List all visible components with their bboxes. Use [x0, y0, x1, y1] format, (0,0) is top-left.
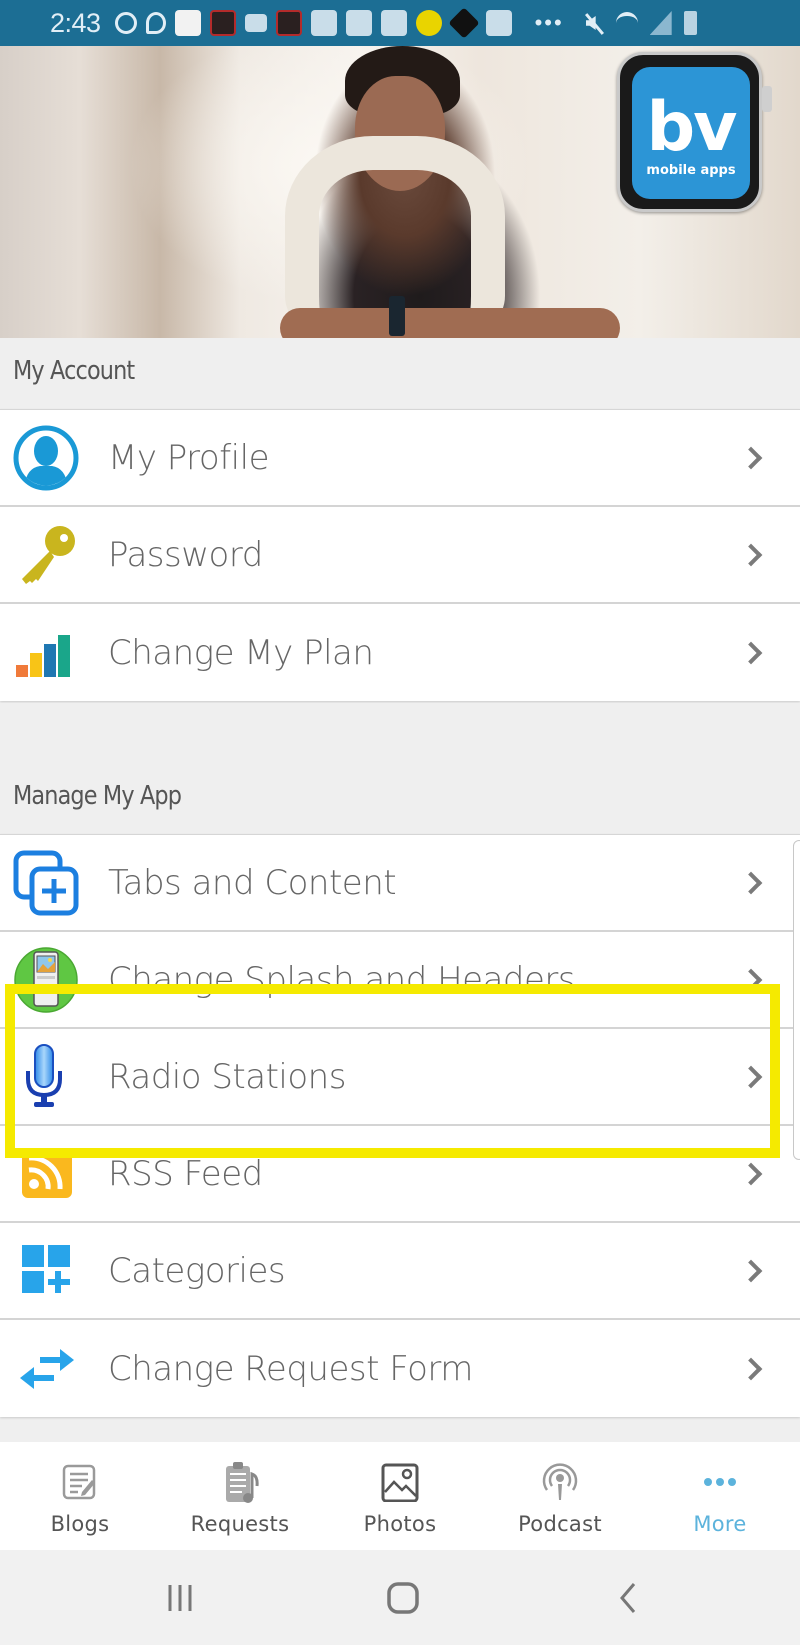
my-account-list: My Profile Password Change My Plan: [0, 409, 800, 701]
app-icon: [275, 10, 302, 36]
bottom-tab-bar: Blogs Requests Photos Podcast More: [0, 1442, 800, 1550]
rss-icon: [12, 1140, 80, 1208]
row-label: Password: [108, 534, 263, 575]
section-header-manage-my-app: Manage My App: [0, 703, 800, 835]
list-item-my-profile[interactable]: My Profile: [0, 410, 800, 507]
app-icon: [345, 10, 372, 36]
mute-icon: [584, 12, 604, 34]
status-time: 2:43: [50, 7, 101, 38]
wifi-icon: [615, 12, 638, 34]
app-icon: [209, 10, 236, 36]
photo-icon: [380, 1462, 420, 1502]
list-item-radio-stations[interactable]: Radio Stations: [0, 1029, 800, 1126]
diamond-app-icon: [447, 7, 480, 39]
bar-chart-icon: [12, 619, 80, 687]
list-item-tabs-and-content[interactable]: Tabs and Content: [0, 835, 800, 932]
row-label: Categories: [108, 1250, 286, 1291]
chevron-right-icon: [739, 968, 763, 991]
chevron-right-icon: [739, 1357, 763, 1380]
overflow-notifications-icon: •••: [534, 10, 564, 35]
chevron-right-icon: [739, 543, 763, 566]
status-bar: 2:43 •••: [0, 0, 800, 46]
battery-icon: [683, 11, 697, 35]
tab-label: More: [693, 1512, 747, 1536]
chevron-right-icon: [739, 1065, 763, 1088]
chevron-right-icon: [739, 1259, 763, 1282]
splash-image-icon: [12, 946, 80, 1014]
row-label: Tabs and Content: [108, 862, 397, 903]
list-item-rss-feed[interactable]: RSS Feed: [0, 1126, 800, 1223]
logo-tagline: mobile apps: [646, 162, 736, 178]
cross-badge-icon: [415, 10, 442, 36]
chevron-right-icon: [739, 641, 763, 664]
add-tabs-icon: [12, 849, 80, 917]
back-icon[interactable]: [568, 1550, 688, 1645]
categories-add-icon: [12, 1237, 80, 1305]
section-header-my-account: My Account: [0, 338, 800, 410]
row-label: Change My Plan: [108, 632, 374, 673]
tab-label: Blogs: [50, 1512, 110, 1536]
profile-icon: [12, 424, 80, 492]
signal-icon: [649, 11, 672, 35]
circle-icon: [114, 12, 137, 34]
trophy-icon: [310, 10, 337, 36]
row-label: Change Splash and Headers: [108, 959, 576, 1000]
tab-photos[interactable]: Photos: [320, 1442, 480, 1550]
row-label: My Profile: [108, 437, 269, 478]
section-title: My Account: [13, 356, 135, 386]
list-item-change-request-form[interactable]: Change Request Form: [0, 1320, 800, 1417]
teams-icon: [244, 14, 267, 32]
app-icon: [174, 10, 201, 36]
header-banner: bv mobile apps: [0, 46, 800, 338]
logo-letters: bv: [646, 87, 737, 167]
trophy-icon: [380, 10, 407, 36]
row-label: Radio Stations: [108, 1056, 346, 1097]
more-dots-icon: [700, 1462, 740, 1502]
blog-icon: [60, 1462, 100, 1502]
list-item-categories[interactable]: Categories: [0, 1223, 800, 1320]
swap-arrows-icon: [12, 1335, 80, 1403]
tab-label: Photos: [363, 1512, 437, 1536]
microphone-icon: [12, 1043, 80, 1111]
tab-label: Podcast: [518, 1512, 602, 1536]
screen: 2:43 ••• bv mobile apps My Account My Pr…: [0, 0, 800, 1645]
app-icon: [485, 10, 512, 36]
tab-blogs[interactable]: Blogs: [0, 1442, 160, 1550]
android-navigation-bar: [0, 1550, 800, 1645]
recents-icon[interactable]: [120, 1550, 240, 1645]
tab-label: Requests: [190, 1512, 290, 1536]
tab-requests[interactable]: Requests: [160, 1442, 320, 1550]
swirl-icon: [145, 12, 166, 34]
manage-my-app-list: Tabs and Content Change Splash and Heade…: [0, 834, 800, 1417]
list-item-change-my-plan[interactable]: Change My Plan: [0, 604, 800, 701]
key-icon: [12, 521, 80, 589]
chevron-right-icon: [739, 446, 763, 469]
row-label: RSS Feed: [108, 1153, 263, 1194]
podcast-icon: [540, 1462, 580, 1502]
chevron-right-icon: [739, 1162, 763, 1185]
bv-logo: bv mobile apps: [617, 52, 762, 212]
list-item-change-splash-and-headers[interactable]: Change Splash and Headers: [0, 932, 800, 1029]
tab-podcast[interactable]: Podcast: [480, 1442, 640, 1550]
home-icon[interactable]: [343, 1550, 463, 1645]
row-label: Change Request Form: [108, 1348, 473, 1389]
section-title: Manage My App: [13, 781, 182, 811]
tab-more[interactable]: More: [640, 1442, 800, 1550]
scrollbar[interactable]: [793, 840, 800, 1160]
chevron-right-icon: [739, 871, 763, 894]
requests-clipboard-icon: [220, 1462, 260, 1503]
list-item-password[interactable]: Password: [0, 507, 800, 604]
